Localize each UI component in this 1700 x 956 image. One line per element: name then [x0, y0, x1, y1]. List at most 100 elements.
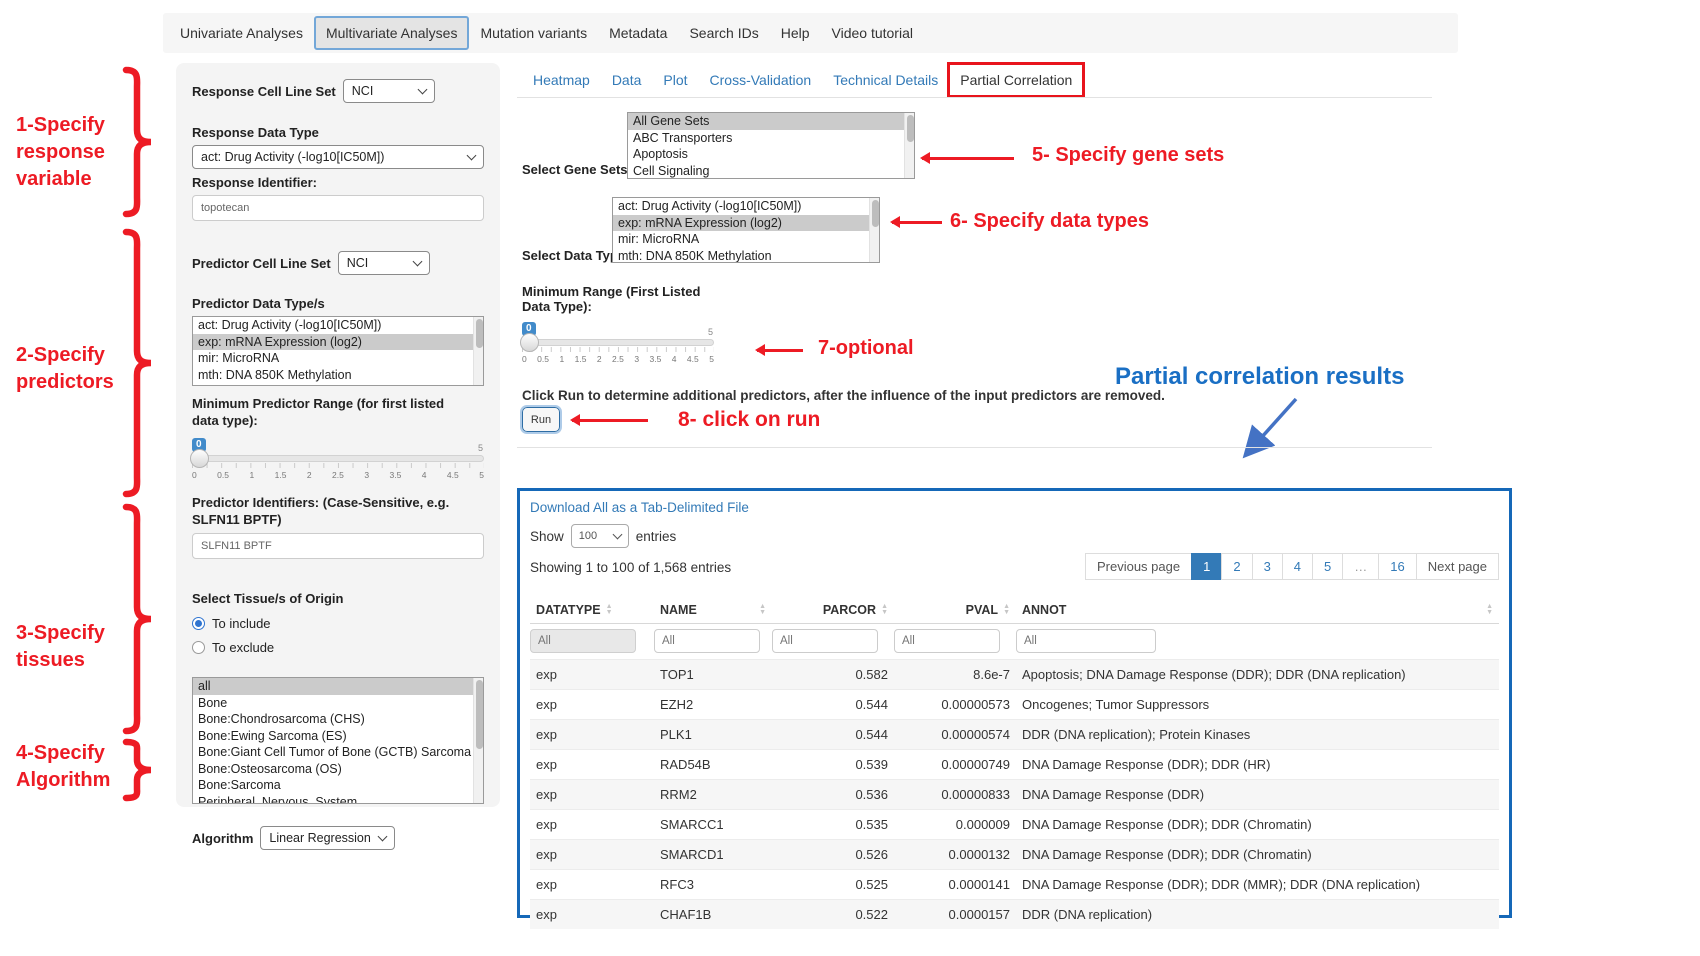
annotation-step2: 2-Specifypredictors	[16, 342, 114, 396]
slider-track[interactable]: 5	[192, 455, 484, 462]
scrollbar[interactable]	[473, 678, 483, 803]
tissue-listbox[interactable]: all Bone Bone:Chondrosarcoma (CHS) Bone:…	[192, 677, 484, 804]
list-item[interactable]: Apoptosis	[628, 146, 904, 163]
nav-multivariate-analyses[interactable]: Multivariate Analyses	[314, 16, 470, 50]
predictor-identifiers-input[interactable]	[192, 533, 484, 559]
show-entries-select[interactable]: 100	[571, 524, 629, 548]
tab-data[interactable]: Data	[612, 72, 642, 88]
slider-handle[interactable]	[190, 449, 209, 468]
tab-heatmap[interactable]: Heatmap	[533, 72, 590, 88]
list-item[interactable]: mth: DNA 850K Methylation	[193, 367, 473, 384]
predictor-cell-line-set-select[interactable]: NCI	[338, 251, 430, 275]
list-item[interactable]: All Gene Sets	[628, 113, 904, 130]
pagination-next[interactable]: Next page	[1416, 553, 1499, 580]
list-item[interactable]: mth: DNA 850K Methylation	[613, 248, 869, 264]
table-row[interactable]: expPLK10.5440.00000574DDR (DNA replicati…	[530, 719, 1499, 749]
table-row[interactable]: expSMARCD10.5260.0000132DNA Damage Respo…	[530, 839, 1499, 869]
list-item[interactable]: Bone:Chondrosarcoma (CHS)	[193, 711, 473, 728]
nav-video-tutorial[interactable]: Video tutorial	[821, 16, 924, 50]
download-link[interactable]: Download All as a Tab-Delimited File	[530, 500, 749, 515]
header-name[interactable]: NAME▲▼	[654, 597, 772, 623]
nav-help[interactable]: Help	[770, 16, 821, 50]
sort-icon[interactable]: ▲▼	[606, 604, 613, 616]
header-pval[interactable]: PVAL▲▼	[894, 597, 1016, 623]
scrollbar[interactable]	[473, 317, 483, 385]
slider-handle[interactable]	[520, 333, 539, 352]
list-item[interactable]: Peripheral_Nervous_System	[193, 794, 473, 805]
pagination-page-2[interactable]: 2	[1221, 553, 1252, 580]
list-item[interactable]: Bone:Ewing Sarcoma (ES)	[193, 728, 473, 745]
header-annot[interactable]: ANNOT▲▼	[1016, 597, 1499, 623]
pagination-previous[interactable]: Previous page	[1085, 553, 1192, 580]
scrollbar[interactable]	[869, 198, 879, 262]
tab-technical-details[interactable]: Technical Details	[833, 72, 938, 88]
list-item[interactable]: exp: mRNA Expression (log2)	[193, 334, 473, 351]
annotation-step1: 1-Specifyresponsevariable	[16, 112, 105, 193]
table-row[interactable]: expRAD54B0.5390.00000749DNA Damage Respo…	[530, 749, 1499, 779]
radio-include-icon[interactable]	[192, 617, 205, 630]
min-range-slider[interactable]: 0 5 00.511.522.533.544.55	[522, 318, 714, 364]
run-button[interactable]: Run	[522, 407, 560, 432]
list-item[interactable]: all	[193, 678, 473, 695]
sort-icon[interactable]: ▲▼	[1003, 604, 1010, 616]
response-identifier-input[interactable]	[192, 195, 484, 221]
list-item[interactable]: Bone:Sarcoma	[193, 777, 473, 794]
nav-univariate-analyses[interactable]: Univariate Analyses	[169, 16, 314, 50]
sort-icon[interactable]: ▲▼	[759, 604, 766, 616]
gene-sets-listbox[interactable]: All Gene Sets ABC Transporters Apoptosis…	[627, 112, 915, 179]
tissue-exclude-option[interactable]: To exclude	[192, 640, 484, 655]
response-cell-line-set-select[interactable]: NCI	[343, 79, 435, 103]
list-item[interactable]: Cell Signaling	[628, 163, 904, 180]
table-row[interactable]: expCHAF1B0.5220.0000157DDR (DNA replicat…	[530, 899, 1499, 929]
pagination-page-5[interactable]: 5	[1312, 553, 1343, 580]
response-identifier-label: Response Identifier:	[192, 174, 484, 191]
list-item[interactable]: mir: MicroRNA	[193, 350, 473, 367]
slider-track[interactable]: 5	[522, 339, 714, 346]
list-item[interactable]: Bone	[193, 695, 473, 712]
tab-plot[interactable]: Plot	[663, 72, 687, 88]
list-item[interactable]: Bone:Giant Cell Tumor of Bone (GCTB) Sar…	[193, 744, 473, 761]
pagination-page-4[interactable]: 4	[1282, 553, 1313, 580]
table-row[interactable]: expEZH20.5440.00000573Oncogenes; Tumor S…	[530, 689, 1499, 719]
header-parcor[interactable]: PARCOR▲▼	[772, 597, 894, 623]
table-row[interactable]: expRRM20.5360.00000833DNA Damage Respons…	[530, 779, 1499, 809]
filter-parcor-input[interactable]	[772, 629, 878, 653]
tab-partial-correlation[interactable]: Partial Correlation	[947, 62, 1085, 98]
filter-annot-input[interactable]	[1016, 629, 1156, 653]
list-item[interactable]: mir: MicroRNA	[613, 231, 869, 248]
response-data-type-select[interactable]: act: Drug Activity (-log10[IC50M])	[192, 145, 484, 169]
nav-search-ids[interactable]: Search IDs	[678, 16, 769, 50]
min-predictor-range-slider[interactable]: 0 5 00.511.522.533.544.55	[192, 434, 484, 480]
slider-max-label: 5	[478, 443, 483, 453]
table-row[interactable]: expSMARCC10.5350.000009DNA Damage Respon…	[530, 809, 1499, 839]
nav-metadata[interactable]: Metadata	[598, 16, 678, 50]
table-row[interactable]: expRFC30.5250.0000141DNA Damage Response…	[530, 869, 1499, 899]
sort-icon[interactable]: ▲▼	[881, 604, 888, 616]
data-types-listbox[interactable]: act: Drug Activity (-log10[IC50M]) exp: …	[612, 197, 880, 263]
nav-mutation-variants[interactable]: Mutation variants	[469, 16, 598, 50]
scrollbar-thumb[interactable]	[907, 115, 914, 142]
scrollbar-thumb[interactable]	[872, 200, 879, 227]
pagination-page-3[interactable]: 3	[1252, 553, 1283, 580]
list-item[interactable]: act: Drug Activity (-log10[IC50M])	[193, 317, 473, 334]
pagination-page-16[interactable]: 16	[1378, 553, 1416, 580]
pagination-page-1[interactable]: 1	[1191, 553, 1222, 580]
header-datatype[interactable]: DATATYPE▲▼	[530, 597, 654, 623]
tab-cross-validation[interactable]: Cross-Validation	[710, 72, 812, 88]
scrollbar[interactable]	[904, 113, 914, 178]
list-item[interactable]: exp: mRNA Expression (log2)	[613, 215, 869, 232]
table-row[interactable]: expTOP10.5828.6e-7Apoptosis; DNA Damage …	[530, 659, 1499, 689]
scrollbar-thumb[interactable]	[476, 319, 483, 348]
list-item[interactable]: ABC Transporters	[628, 130, 904, 147]
filter-pval-input[interactable]	[894, 629, 1000, 653]
sort-icon[interactable]: ▲▼	[1486, 604, 1493, 616]
list-item[interactable]: act: Drug Activity (-log10[IC50M])	[613, 198, 869, 215]
scrollbar-thumb[interactable]	[476, 680, 483, 749]
filter-name-input[interactable]	[654, 629, 760, 653]
list-item[interactable]: Bone:Osteosarcoma (OS)	[193, 761, 473, 778]
tissue-include-option[interactable]: To include	[192, 616, 484, 631]
filter-datatype-input[interactable]	[530, 629, 636, 653]
radio-exclude-icon[interactable]	[192, 641, 205, 654]
predictor-data-types-listbox[interactable]: act: Drug Activity (-log10[IC50M]) exp: …	[192, 316, 484, 386]
algorithm-select[interactable]: Linear Regression	[260, 826, 395, 850]
